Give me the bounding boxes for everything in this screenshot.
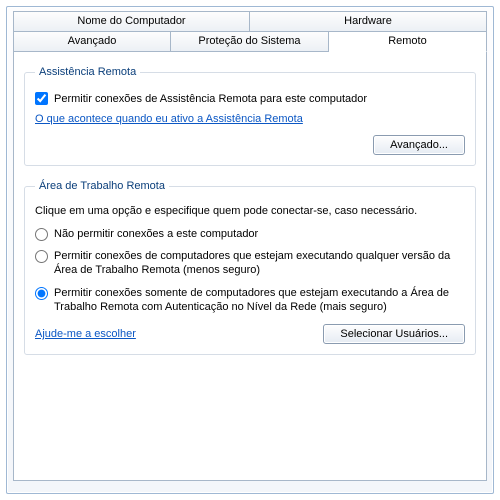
rdp-option-nla-only-label: Permitir conexões somente de computadore… <box>54 286 465 315</box>
select-users-button[interactable]: Selecionar Usuários... <box>323 324 465 344</box>
rdp-option-any-version[interactable]: Permitir conexões de computadores que es… <box>35 249 465 278</box>
remote-desktop-description: Clique em uma opção e especifique quem p… <box>35 204 465 219</box>
group-remote-desktop: Área de Trabalho Remota Clique em uma op… <box>24 180 476 355</box>
remote-assistance-help-link[interactable]: O que acontece quando eu ativo a Assistê… <box>35 113 303 125</box>
legend-remote-assistance: Assistência Remota <box>35 66 140 78</box>
tab-advanced[interactable]: Avançado <box>13 31 171 52</box>
rdp-help-link[interactable]: Ajude-me a escolher <box>35 328 136 340</box>
system-properties-window: Nome do Computador Hardware Avançado Pro… <box>6 6 494 494</box>
tab-row-2: Avançado Proteção do Sistema Remoto <box>13 31 487 52</box>
rdp-radio-any-version[interactable] <box>35 250 48 263</box>
allow-remote-assistance-row: Permitir conexões de Assistência Remota … <box>35 92 465 105</box>
legend-remote-desktop: Área de Trabalho Remota <box>35 180 169 192</box>
rdp-option-any-version-label: Permitir conexões de computadores que es… <box>54 249 465 278</box>
tab-row-1: Nome do Computador Hardware <box>13 11 487 32</box>
allow-remote-assistance-checkbox[interactable] <box>35 92 48 105</box>
group-remote-assistance: Assistência Remota Permitir conexões de … <box>24 66 476 166</box>
allow-remote-assistance-label: Permitir conexões de Assistência Remota … <box>54 93 367 105</box>
tab-system-protection[interactable]: Proteção do Sistema <box>171 31 329 52</box>
rdp-radio-deny[interactable] <box>35 228 48 241</box>
tab-content-remote: Assistência Remota Permitir conexões de … <box>13 51 487 481</box>
remote-assistance-advanced-button[interactable]: Avançado... <box>373 135 465 155</box>
tab-remote[interactable]: Remoto <box>329 31 487 52</box>
rdp-option-nla-only[interactable]: Permitir conexões somente de computadore… <box>35 286 465 315</box>
tab-hardware[interactable]: Hardware <box>250 11 487 32</box>
rdp-option-deny-label: Não permitir conexões a este computador <box>54 227 258 241</box>
tab-computer-name[interactable]: Nome do Computador <box>13 11 250 32</box>
rdp-radio-nla-only[interactable] <box>35 287 48 300</box>
remote-desktop-bottom-row: Ajude-me a escolher Selecionar Usuários.… <box>35 324 465 344</box>
rdp-option-deny[interactable]: Não permitir conexões a este computador <box>35 227 465 241</box>
